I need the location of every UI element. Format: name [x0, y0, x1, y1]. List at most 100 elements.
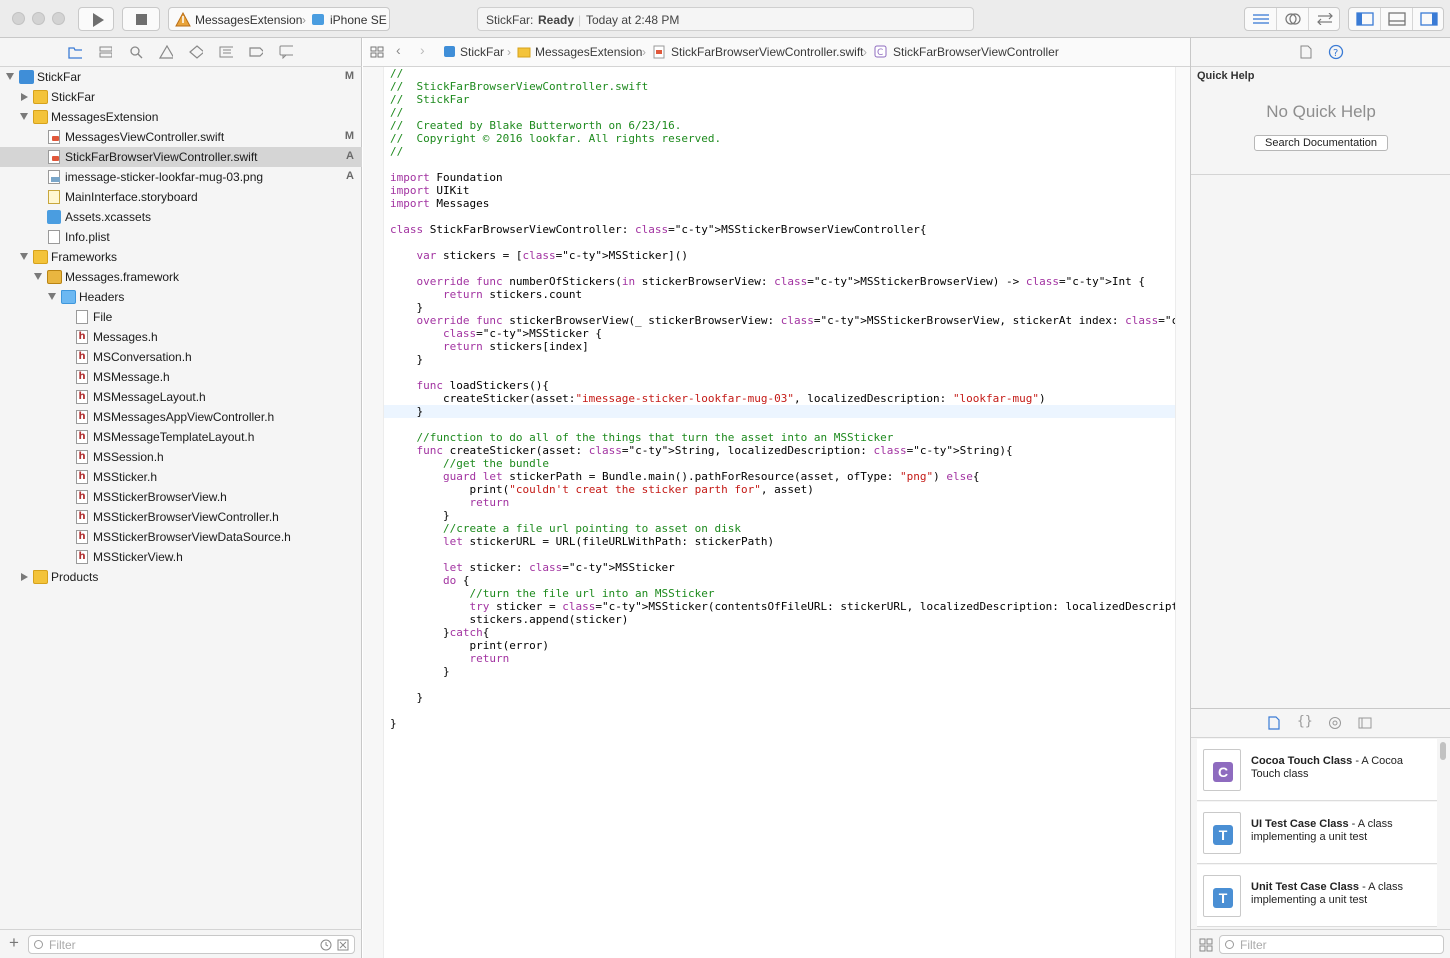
library-item[interactable]: T Unit Test Case Class - A class impleme… [1197, 865, 1437, 927]
grid-view-icon[interactable] [1199, 938, 1213, 952]
tree-row-framework[interactable]: Messages.framework [0, 267, 362, 287]
add-icon[interactable]: + [9, 933, 19, 953]
editor-scrollbar[interactable] [1175, 67, 1190, 958]
scm-filter-icon[interactable] [337, 939, 349, 951]
code-line[interactable]: stickers.append(sticker) [390, 613, 1175, 626]
code-line[interactable]: class="c-ty">MSSticker { [390, 327, 1175, 340]
code-line[interactable]: ​ [390, 548, 1175, 561]
standard-editor-button[interactable] [1245, 8, 1277, 30]
code-line[interactable]: let stickerURL = URL(fileURLWithPath: st… [390, 535, 1175, 548]
tree-row-file[interactable]: h MSStickerBrowserView.h [0, 487, 362, 507]
minimize-window-button[interactable] [32, 12, 45, 25]
tree-row-file[interactable]: h MSStickerBrowserViewDataSource.h [0, 527, 362, 547]
code-line[interactable]: }catch{ [390, 626, 1175, 639]
stop-button[interactable] [122, 7, 160, 31]
code-line[interactable]: return stickers.count [390, 288, 1175, 301]
code-line[interactable]: //function to do all of the things that … [390, 431, 1175, 444]
breadcrumb-group[interactable]: MessagesExtension [535, 45, 642, 59]
tree-row-project[interactable]: StickFar M [0, 67, 362, 87]
disclosure-open-icon[interactable] [6, 73, 14, 80]
code-line[interactable]: guard let stickerPath = Bundle.main().pa… [390, 470, 1175, 483]
folder-icon[interactable] [68, 45, 82, 59]
code-line[interactable]: import UIKit [390, 184, 1175, 197]
code-line[interactable]: ​ [390, 262, 1175, 275]
breadcrumb-project[interactable]: StickFar [460, 45, 504, 59]
close-window-button[interactable] [12, 12, 25, 25]
library-scrollbar[interactable] [1440, 742, 1446, 760]
code-line[interactable]: //turn the file url into an MSSticker [390, 587, 1175, 600]
code-line-current[interactable]: } [384, 405, 1175, 418]
scheme-selector[interactable]: MessagesExtension › iPhone SE [168, 7, 390, 31]
code-line[interactable]: class StickFarBrowserViewController: cla… [390, 223, 1175, 236]
library-item[interactable]: C Cocoa Touch Class - A Cocoa Touch clas… [1197, 739, 1437, 801]
code-line[interactable]: override func numberOfStickers(in sticke… [390, 275, 1175, 288]
zoom-window-button[interactable] [52, 12, 65, 25]
back-arrow-icon[interactable]: ‹ [396, 42, 401, 58]
forward-arrow-icon[interactable]: › [420, 42, 425, 58]
test-diamond-icon[interactable] [189, 45, 203, 59]
tree-row-file-selected[interactable]: StickFarBrowserViewController.swift A [0, 147, 362, 167]
code-line[interactable]: print("couldn't creat the sticker parth … [390, 483, 1175, 496]
code-line[interactable]: import Foundation [390, 171, 1175, 184]
code-line[interactable]: } [390, 691, 1175, 704]
code-line[interactable]: } [390, 665, 1175, 678]
tree-row-file[interactable]: MainInterface.storyboard [0, 187, 362, 207]
disclosure-open-icon[interactable] [34, 273, 42, 280]
code-line[interactable]: ​ [390, 236, 1175, 249]
tree-row-file[interactable]: h MSMessagesAppViewController.h [0, 407, 362, 427]
code-line[interactable]: createSticker(asset:"imessage-sticker-lo… [390, 392, 1175, 405]
search-icon[interactable] [129, 45, 143, 59]
symbol-navigator-icon[interactable] [98, 45, 112, 59]
code-line[interactable]: ​ [390, 418, 1175, 431]
breadcrumb-file[interactable]: StickFarBrowserViewController.swift [671, 45, 864, 59]
code-line[interactable]: func loadStickers(){ [390, 379, 1175, 392]
tree-row-file[interactable]: Assets.xcassets [0, 207, 362, 227]
tree-row-file[interactable]: Info.plist [0, 227, 362, 247]
code-line[interactable]: var stickers = [class="c-ty">MSSticker](… [390, 249, 1175, 262]
code-line[interactable]: } [390, 301, 1175, 314]
tree-row-file[interactable]: h MSMessageLayout.h [0, 387, 362, 407]
code-line[interactable]: // [390, 145, 1175, 158]
debug-gauge-icon[interactable] [219, 45, 233, 59]
tree-row-file[interactable]: File [0, 307, 362, 327]
disclosure-closed-icon[interactable] [21, 573, 28, 581]
code-line[interactable]: override func stickerBrowserView(_ stick… [390, 314, 1258, 327]
library-item[interactable]: T UI Test Case Class - A class implement… [1197, 802, 1437, 864]
breadcrumb-symbol[interactable]: StickFarBrowserViewController [893, 45, 1059, 59]
code-snippet-library-icon[interactable]: {} [1297, 714, 1313, 729]
file-inspector-icon[interactable] [1300, 45, 1312, 59]
tree-row-group[interactable]: Products [0, 567, 362, 587]
code-line[interactable]: // Copyright © 2016 lookfar. All rights … [390, 132, 1175, 145]
code-line[interactable]: return [390, 652, 1175, 665]
code-line[interactable]: return stickers[index] [390, 340, 1175, 353]
disclosure-closed-icon[interactable] [21, 93, 28, 101]
tree-row-group[interactable]: Headers [0, 287, 362, 307]
tree-row-file[interactable]: h MSSticker.h [0, 467, 362, 487]
code-line[interactable]: // [390, 106, 1175, 119]
object-library-icon[interactable] [1328, 716, 1342, 730]
run-button[interactable] [78, 7, 114, 31]
warning-icon[interactable] [159, 45, 173, 59]
assistant-editor-button[interactable] [1277, 8, 1309, 30]
code-line[interactable]: import Messages [390, 197, 1175, 210]
code-line[interactable]: } [390, 353, 1175, 366]
code-area[interactable]: //// StickFarBrowserViewController.swift… [384, 67, 1258, 730]
library-filter-input[interactable]: Filter [1219, 935, 1444, 954]
tree-row-file[interactable]: h MSStickerBrowserViewController.h [0, 507, 362, 527]
tree-row-file[interactable]: h MSConversation.h [0, 347, 362, 367]
code-line[interactable]: ​ [390, 158, 1175, 171]
code-line[interactable]: try sticker = class="c-ty">MSSticker(con… [390, 600, 1204, 613]
tree-row-file[interactable]: h MSMessageTemplateLayout.h [0, 427, 362, 447]
tree-row-file[interactable]: h MSStickerView.h [0, 547, 362, 567]
code-line[interactable]: return [390, 496, 1175, 509]
disclosure-open-icon[interactable] [48, 293, 56, 300]
code-line[interactable]: //create a file url pointing to asset on… [390, 522, 1175, 535]
recent-clock-icon[interactable] [320, 939, 332, 951]
toggle-utilities-button[interactable] [1413, 8, 1445, 30]
tree-row-group[interactable]: Frameworks [0, 247, 362, 267]
code-line[interactable]: func createSticker(asset: class="c-ty">S… [390, 444, 1175, 457]
quick-help-icon[interactable]: ? [1328, 44, 1344, 60]
code-line[interactable]: let sticker: class="c-ty">MSSticker [390, 561, 1175, 574]
code-line[interactable]: ​ [390, 366, 1175, 379]
tree-row-group[interactable]: MessagesExtension [0, 107, 362, 127]
